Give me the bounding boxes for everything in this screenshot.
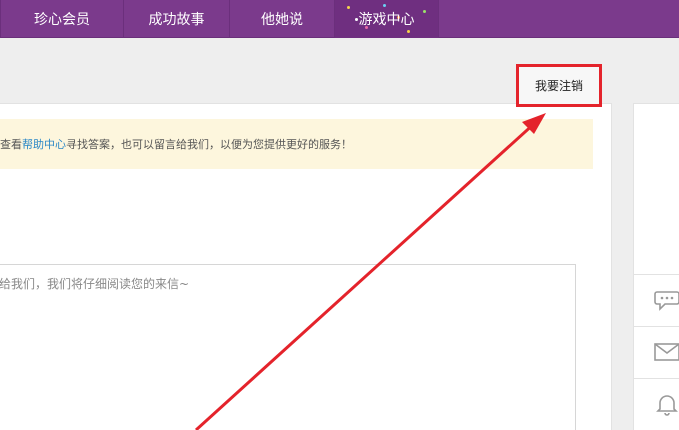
mail-button[interactable] [634,326,679,376]
nav-item-label: 成功故事 [148,12,205,28]
logout-button[interactable]: 我要注销 [516,64,602,107]
nav-item-success-stories[interactable]: 成功故事 [124,0,230,38]
nav-item-game-center[interactable]: 游戏中心 [335,0,439,38]
message-textarea[interactable]: 给我们，我们将仔细阅读您的来信~ [0,264,576,430]
bell-icon [656,394,678,416]
top-nav: 珍心会员 成功故事 他她说 游戏中心 [0,0,679,38]
mail-icon [654,342,679,361]
sparkle-decoration [423,10,426,13]
notification-button[interactable] [634,378,679,428]
nav-item-label: 游戏中心 [358,12,415,28]
notice-prefix: 查看 [0,138,22,151]
message-placeholder: 给我们，我们将仔细阅读您的来信~ [0,277,190,291]
sparkle-decoration [347,6,350,9]
sparkle-decoration [407,30,410,33]
nav-item-he-she-says[interactable]: 他她说 [230,0,335,38]
help-notice: 查看 帮助中心 寻找答案，也可以留言给我们，以便为您提供更好的服务！ [0,119,593,169]
sparkle-decoration [383,4,386,7]
nav-item-label: 珍心会员 [34,12,90,28]
side-panel [633,103,679,430]
chat-button[interactable] [634,274,679,324]
logout-label: 我要注销 [534,79,583,93]
nav-item-label: 他她说 [261,12,303,28]
notice-suffix: 寻找答案，也可以留言给我们，以便为您提供更好的服务！ [66,138,352,151]
nav-item-vip[interactable]: 珍心会员 [0,0,124,38]
chat-icon [654,290,679,311]
help-center-link[interactable]: 帮助中心 [22,136,66,152]
